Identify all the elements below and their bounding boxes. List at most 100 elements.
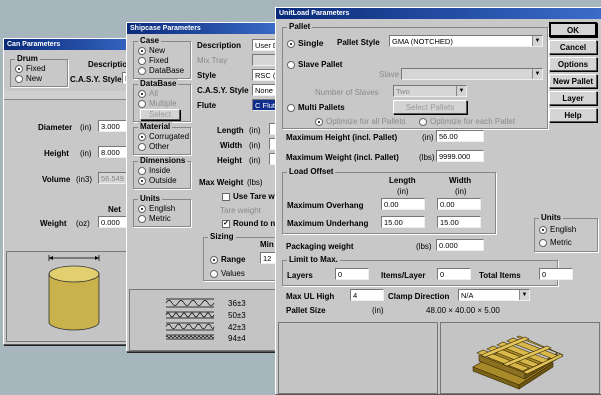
flute-94-label: 94±4 <box>228 334 246 343</box>
length-header: Length <box>389 176 416 185</box>
unit-units-english-radio[interactable]: English <box>539 225 576 234</box>
radio-on-icon <box>138 89 146 98</box>
radio-off-icon <box>287 103 295 112</box>
number-slaves-select[interactable]: Two ▼ <box>393 85 467 97</box>
underhang-label: Maximum Underhang <box>287 219 369 228</box>
radio-off-icon <box>138 214 146 223</box>
can-header-strip <box>4 91 146 100</box>
round-checkbox[interactable]: ✓ Round to ne <box>222 219 280 228</box>
radio-on-icon <box>138 46 146 55</box>
clamp-direction-select[interactable]: N/A ▼ <box>458 289 530 301</box>
can-3d-icon <box>48 255 100 331</box>
database-group-label: DataBase <box>138 79 179 88</box>
material-corrugated-radio[interactable]: Corrugated <box>138 132 189 141</box>
items-layer-input[interactable]: 0 <box>437 268 471 280</box>
sizing-group-label: Sizing <box>208 232 236 241</box>
checkbox-off-icon <box>222 192 230 201</box>
width-header: Width <box>449 176 472 185</box>
volume-label: Volume <box>42 175 71 184</box>
ship-width-unit: (in) <box>249 141 261 150</box>
ship-length-unit: (in) <box>249 126 261 135</box>
case-database-radio[interactable]: DataBase <box>138 66 184 75</box>
dimensions-inside-radio[interactable]: Inside <box>138 166 170 175</box>
slave-select[interactable]: ▼ <box>401 68 543 80</box>
material-other-radio[interactable]: Other <box>138 142 169 151</box>
help-button[interactable]: Help <box>549 108 597 122</box>
flute-preview-pane: 36±3 50±3 42±3 94±4 <box>129 289 282 351</box>
ship-units-group-label: Units <box>138 194 162 203</box>
slave-pallet-radio[interactable]: Slave Pallet <box>287 60 342 69</box>
packaging-weight-unit: (lbs) <box>416 242 432 251</box>
ship-units-group: Units English Metric <box>133 194 191 227</box>
case-new-radio[interactable]: New <box>138 46 165 55</box>
database-select-button[interactable]: Select <box>140 109 180 120</box>
optimize-all-radio[interactable]: Optimize for all Pallets <box>315 117 406 126</box>
select-pallets-button[interactable]: Select Pallets <box>393 100 467 114</box>
cancel-button[interactable]: Cancel <box>549 40 597 54</box>
packaging-weight-input[interactable]: 0.000 <box>436 239 484 251</box>
ship-units-metric-radio[interactable]: Metric <box>138 214 171 223</box>
case-fixed-radio[interactable]: Fixed <box>138 56 169 65</box>
new-pallet-button[interactable]: New Pallet <box>549 74 597 88</box>
options-button[interactable]: Options <box>549 57 597 71</box>
dimensions-group-label: Dimensions <box>138 156 188 165</box>
total-items-input[interactable]: 0 <box>539 268 573 280</box>
unitload-left-pane <box>278 322 438 394</box>
shipcase-parameters-window: Shipcase Parameters Case New Fixed DataB… <box>126 22 283 352</box>
unitload-parameters-window: UnitLoad Parameters Pallet Single Pallet… <box>275 7 601 395</box>
drum-fixed-radio[interactable]: Fixed <box>15 64 46 73</box>
flute-label: Flute <box>197 101 217 110</box>
diameter-unit: (in) <box>80 123 92 132</box>
multi-pallets-radio[interactable]: Multi Pallets <box>287 103 345 112</box>
radio-on-icon <box>315 117 323 126</box>
radio-on-icon <box>539 225 547 234</box>
case-group-label: Case <box>138 36 162 45</box>
single-radio[interactable]: Single <box>287 38 324 48</box>
net-label: Net <box>108 205 121 214</box>
underhang-width-input[interactable]: 15.00 <box>437 216 481 228</box>
sizing-range-radio[interactable]: Range <box>210 255 245 264</box>
unit-units-metric-radio[interactable]: Metric <box>539 238 572 247</box>
flute-profiles-icon <box>165 298 215 340</box>
database-multiple-radio[interactable]: Multiple <box>138 99 177 108</box>
overhang-length-input[interactable]: 0.00 <box>381 198 425 210</box>
pallet-group-label: Pallet <box>287 22 313 31</box>
pallet-style-label: Pallet Style <box>337 38 380 47</box>
dimensions-outside-radio[interactable]: Outside <box>138 176 177 185</box>
ship-casy-label: C.A.S.Y. Style <box>197 86 249 95</box>
ok-button[interactable]: OK <box>549 22 597 37</box>
max-height-input[interactable]: 56.00 <box>436 130 484 142</box>
pallet-size-unit: (in) <box>372 306 384 315</box>
dropdown-arrow-icon: ▼ <box>519 290 529 300</box>
radio-on-icon <box>138 132 146 141</box>
layer-button[interactable]: Layer <box>549 91 597 105</box>
drum-new-radio[interactable]: New <box>15 74 42 83</box>
overhang-width-input[interactable]: 0.00 <box>437 198 481 210</box>
max-ul-high-input[interactable]: 4 <box>350 289 384 301</box>
slave-label: Slave <box>379 70 400 79</box>
dimensions-group: Dimensions Inside Outside <box>133 156 191 189</box>
layers-input[interactable]: 0 <box>335 268 369 280</box>
ship-height-label: Height <box>217 156 242 165</box>
max-weight-unit: (lbs) <box>419 153 435 162</box>
optimize-each-radio[interactable]: Optimize for each Pallet <box>419 117 515 126</box>
pallet-group: Pallet Single Pallet Style GMA (NOTCHED)… <box>282 22 548 129</box>
can-casy-label: C.A.S.Y. Style <box>70 75 122 84</box>
tare-weight-label: Tare weight <box>220 206 261 215</box>
limit-group-label: Limit to Max. <box>287 255 340 264</box>
ship-units-english-radio[interactable]: English <box>138 204 175 213</box>
database-all-radio[interactable]: All <box>138 89 158 98</box>
max-weight-unit: (lbs) <box>247 178 263 187</box>
radio-off-icon <box>210 269 218 278</box>
max-weight-input[interactable]: 9999.000 <box>436 150 484 162</box>
pallet-size-label: Pallet Size <box>286 306 326 315</box>
height-unit: (in) <box>80 149 92 158</box>
sizing-values-radio[interactable]: Values <box>210 269 245 278</box>
dropdown-arrow-icon: ▼ <box>532 36 542 46</box>
use-tare-checkbox[interactable]: Use Tare we <box>222 192 279 201</box>
mixtray-label: Mix Tray <box>197 56 228 65</box>
pallet-style-select[interactable]: GMA (NOTCHED) ▼ <box>389 35 543 47</box>
radio-off-icon <box>539 238 547 247</box>
height-label: Height <box>44 149 69 158</box>
underhang-length-input[interactable]: 15.00 <box>381 216 425 228</box>
